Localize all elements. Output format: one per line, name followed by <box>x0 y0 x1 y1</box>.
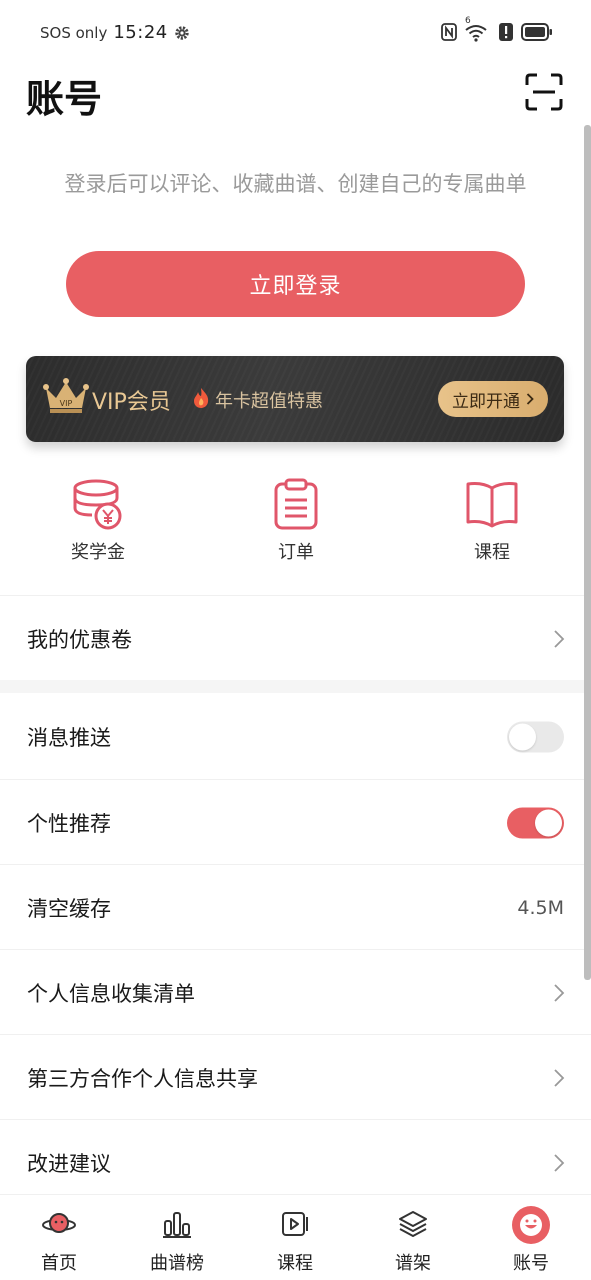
gear-icon <box>175 25 189 40</box>
third-party-row[interactable]: 第三方合作个人信息共享 <box>0 1035 591 1120</box>
home-planet-icon <box>42 1213 76 1233</box>
chevron-right-icon <box>554 983 565 1002</box>
push-row: 消息推送 <box>0 694 591 779</box>
nav-account-label: 账号 <box>513 1253 549 1274</box>
push-label: 消息推送 <box>27 725 111 750</box>
section-gap <box>0 680 591 693</box>
crown-vip-text: VIP <box>60 399 73 408</box>
account-icon <box>512 1206 550 1244</box>
nav-home-label: 首页 <box>41 1253 77 1274</box>
login-button[interactable]: 立即登录 <box>66 251 525 317</box>
video-icon <box>282 1212 308 1236</box>
layers-icon <box>399 1211 427 1237</box>
recommend-toggle[interactable] <box>507 807 564 838</box>
network-badge: 6 <box>465 16 471 26</box>
chevron-right-icon <box>554 629 565 648</box>
scrollbar[interactable] <box>584 125 591 980</box>
scholarship-entry[interactable]: 奖学金 <box>28 478 168 578</box>
nav-account[interactable]: 账号 <box>472 1195 590 1280</box>
book-icon <box>466 482 518 528</box>
scan-button[interactable] <box>524 72 564 112</box>
status-left: SOS only 15:24 <box>40 22 190 43</box>
cache-row[interactable]: 清空缓存 4.5M <box>0 865 591 950</box>
nav-charts-label: 曲谱榜 <box>150 1253 204 1274</box>
wifi-icon <box>465 25 487 42</box>
nav-courses-label: 课程 <box>277 1253 313 1274</box>
vip-open-button[interactable]: 立即开通 <box>438 381 548 417</box>
scholarship-label: 奖学金 <box>71 542 125 563</box>
vip-open-label: 立即开通 <box>452 391 520 412</box>
toggle-knob <box>509 723 536 750</box>
battery-icon <box>521 23 552 41</box>
recommend-label: 个性推荐 <box>27 811 111 836</box>
coupons-row[interactable]: 我的优惠卷 <box>0 596 591 681</box>
alert-icon <box>499 23 513 41</box>
clipboard-icon <box>274 478 318 530</box>
wifi-indicator: 6 <box>465 16 491 42</box>
nav-home[interactable]: 首页 <box>0 1195 118 1280</box>
personal-info-row[interactable]: 个人信息收集清单 <box>0 950 591 1035</box>
personal-info-label: 个人信息收集清单 <box>27 981 195 1006</box>
nav-courses[interactable]: 课程 <box>236 1195 354 1280</box>
vip-title: VIP会员 <box>92 390 171 415</box>
status-bar: SOS only 15:24 6 <box>0 0 591 66</box>
orders-entry[interactable]: 订单 <box>226 478 366 578</box>
chevron-right-icon <box>554 1068 565 1087</box>
feedback-label: 改进建议 <box>27 1151 111 1176</box>
nfc-icon <box>441 23 457 41</box>
fire-icon <box>194 388 209 408</box>
nav-charts[interactable]: 曲谱榜 <box>118 1195 236 1280</box>
nav-shelf[interactable]: 谱架 <box>354 1195 472 1280</box>
vip-offer: 年卡超值特惠 <box>215 391 323 412</box>
courses-entry[interactable]: 课程 <box>422 478 562 578</box>
recommend-row: 个性推荐 <box>0 780 591 865</box>
third-party-label: 第三方合作个人信息共享 <box>27 1066 258 1091</box>
cache-label: 清空缓存 <box>27 896 111 921</box>
chevron-right-icon <box>526 393 534 405</box>
status-right: 6 <box>441 16 553 42</box>
nav-shelf-label: 谱架 <box>395 1253 431 1274</box>
clock: 15:24 <box>113 22 168 43</box>
crown-icon: VIP <box>43 378 89 413</box>
coins-icon <box>73 479 122 530</box>
carrier-text: SOS only <box>40 23 108 42</box>
login-hint: 登录后可以评论、收藏曲谱、创建自己的专属曲单 <box>64 172 527 196</box>
push-toggle[interactable] <box>507 721 564 752</box>
page-title: 账号 <box>26 77 103 121</box>
vip-banner[interactable]: VIP VIP会员 年卡超值特惠 立即开通 <box>26 356 564 442</box>
scan-icon <box>525 73 563 111</box>
orders-label: 订单 <box>278 542 314 563</box>
bottom-nav: 首页 曲谱榜 课程 谱架 账号 <box>0 1194 591 1280</box>
cache-size: 4.5M <box>517 896 564 919</box>
toggle-knob <box>535 809 562 836</box>
chevron-right-icon <box>554 1153 565 1172</box>
courses-label: 课程 <box>474 542 510 563</box>
coupons-label: 我的优惠卷 <box>27 627 132 652</box>
feedback-row[interactable]: 改进建议 <box>0 1120 591 1205</box>
chart-icon <box>163 1212 191 1238</box>
